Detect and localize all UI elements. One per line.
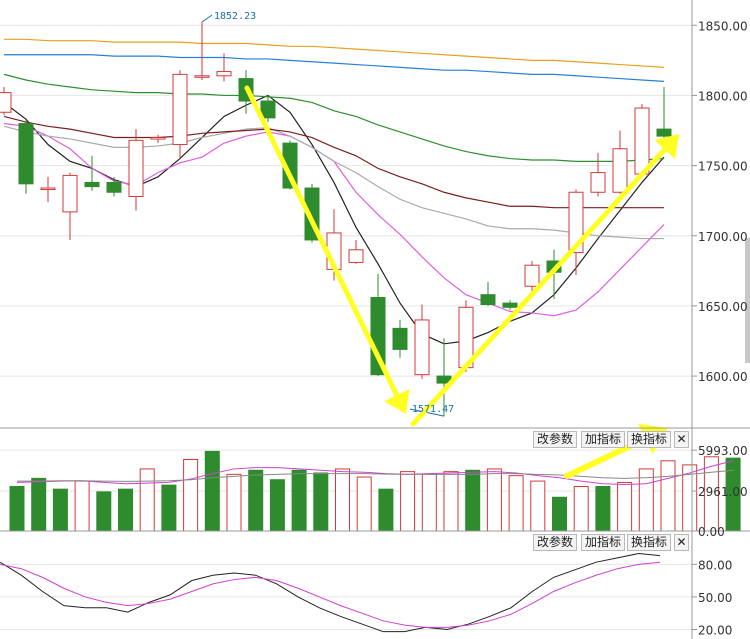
- candle-body: [480, 294, 496, 306]
- add-indicator-button[interactable]: 加指标: [581, 431, 626, 448]
- candlesticks: [0, 22, 672, 417]
- candle-body: [62, 174, 78, 213]
- oscillator-line: [0, 561, 661, 628]
- price-tick-label: 1750.00: [698, 160, 748, 174]
- trend-arrow-shaft: [410, 146, 668, 427]
- volume-bar: [96, 491, 112, 532]
- candle-body: [414, 319, 430, 376]
- volume-bar: [139, 468, 155, 532]
- oscillator-line: [0, 553, 661, 633]
- price-tick-label: 1850.00: [698, 19, 748, 33]
- low-annotation: 1571.47: [412, 404, 454, 415]
- volume-average-line: [17, 469, 734, 482]
- volume-tick-label: 2961.00: [698, 485, 748, 499]
- volume-bar: [660, 460, 676, 532]
- volume-bar: [52, 488, 68, 532]
- candle-body: [392, 327, 408, 350]
- price-tick-label: 1600.00: [698, 370, 748, 384]
- volume-bar: [400, 471, 416, 532]
- candle-body: [502, 302, 518, 308]
- volume-bar: [161, 484, 177, 532]
- switch-indicator-button[interactable]: 换指标: [627, 431, 672, 448]
- volume-bar: [530, 480, 546, 532]
- candle-body: [106, 181, 122, 193]
- volume-bar: [291, 469, 307, 532]
- candle-body: [348, 249, 364, 263]
- volume-bar: [573, 485, 589, 532]
- add-indicator-button[interactable]: 加指标: [581, 534, 626, 551]
- trend-arrow-shaft: [244, 85, 400, 398]
- price-tick-label: 1650.00: [698, 300, 748, 314]
- volume-bar: [183, 458, 199, 532]
- volume-bar: [421, 473, 437, 532]
- volume-bar: [486, 468, 502, 532]
- volume-bar: [335, 468, 350, 532]
- candle-body: [656, 128, 672, 137]
- oscillator-tick-label: 50.00: [698, 591, 732, 605]
- oscillator-tick-label: 20.00: [698, 623, 732, 637]
- y-tick-labels: 1850.00 1800.00 1750.00 1700.00 1650.00 1600.…: [698, 19, 748, 637]
- switch-indicator-button[interactable]: 换指标: [627, 534, 672, 551]
- change-params-button[interactable]: 改参数: [533, 534, 578, 551]
- candle-body: [128, 139, 144, 197]
- moving-average-line: [3, 73, 665, 162]
- high-leader-line: [201, 14, 213, 23]
- volume-bar: [313, 472, 329, 532]
- candle-body: [84, 181, 100, 188]
- volume-bar: [465, 469, 481, 532]
- volume-bar: [508, 475, 524, 532]
- volume-bar: [31, 477, 47, 532]
- volume-bar: [617, 481, 633, 532]
- candle-body: [612, 148, 628, 193]
- volume-bar: [226, 473, 242, 532]
- volume-bar: [356, 476, 372, 532]
- volume-bar: [9, 485, 25, 532]
- close-icon[interactable]: ✕: [674, 534, 689, 551]
- volume-tick-label: 5993.00: [698, 444, 748, 458]
- volume-bar: [552, 496, 567, 532]
- moving-average-line: [4, 54, 665, 82]
- candle-body: [40, 187, 56, 191]
- candle-body: [0, 92, 12, 113]
- high-annotation: 1852.23: [214, 11, 256, 22]
- volume-bar: [595, 485, 611, 532]
- volume-bar: [204, 450, 220, 532]
- candle-body: [18, 122, 34, 185]
- change-params-button[interactable]: 改参数: [533, 431, 578, 448]
- volume-bar: [443, 471, 459, 532]
- candle-body: [172, 73, 188, 146]
- candle-body: [634, 107, 650, 175]
- volume-bar: [248, 469, 264, 532]
- trend-arrows: [244, 85, 679, 479]
- candle-body: [150, 137, 166, 140]
- volume-moving-averages: [16, 460, 734, 485]
- candle-body: [590, 172, 606, 193]
- candle-body: [194, 75, 210, 78]
- candle-body: [524, 264, 540, 287]
- volume-tick-label: 0.00: [698, 525, 725, 539]
- oscillator-lines: [0, 553, 661, 633]
- volume-bar: [378, 488, 394, 532]
- volume-bar: [74, 480, 90, 532]
- oscillator-tick-label: 80.00: [698, 558, 732, 572]
- volume-bar: [118, 488, 133, 532]
- volume-bar: [269, 479, 285, 532]
- price-tick-label: 1800.00: [698, 89, 748, 103]
- price-tick-label: 1700.00: [698, 230, 748, 244]
- candle-body: [216, 71, 232, 77]
- close-icon[interactable]: ✕: [674, 431, 689, 448]
